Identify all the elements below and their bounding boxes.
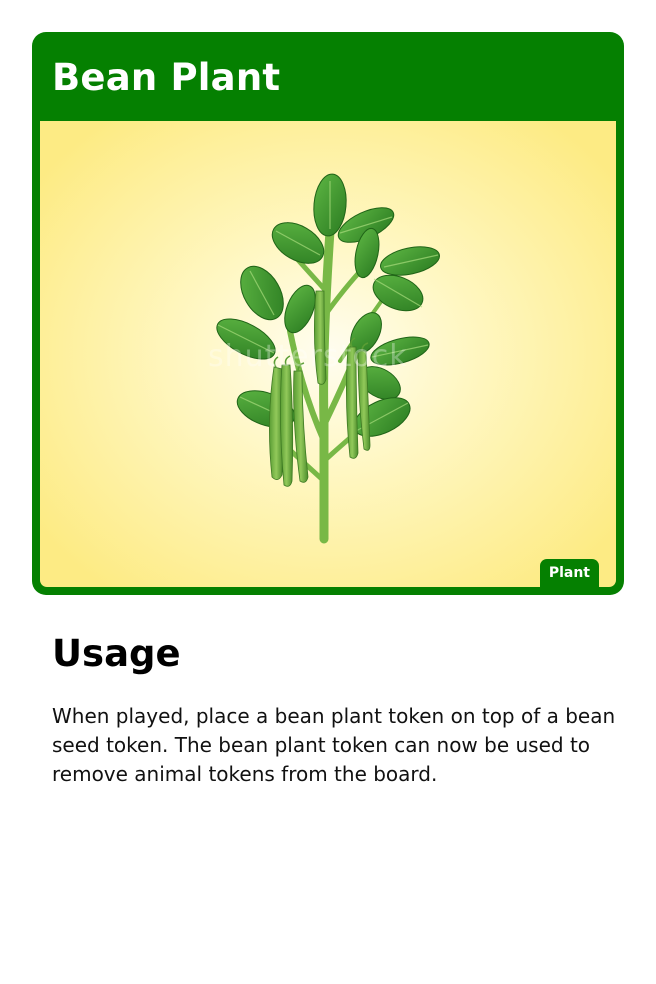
card-type-badge: Plant <box>539 559 599 587</box>
card-art: shutterstock Plant <box>40 121 616 587</box>
usage-description: When played, place a bean plant token on… <box>52 704 616 786</box>
usage-heading: Usage <box>52 632 181 675</box>
card-title: Bean Plant <box>52 56 281 99</box>
art-watermark: shutterstock <box>208 339 408 374</box>
game-card: Bean Plant shutterstock Plant <box>32 32 624 595</box>
